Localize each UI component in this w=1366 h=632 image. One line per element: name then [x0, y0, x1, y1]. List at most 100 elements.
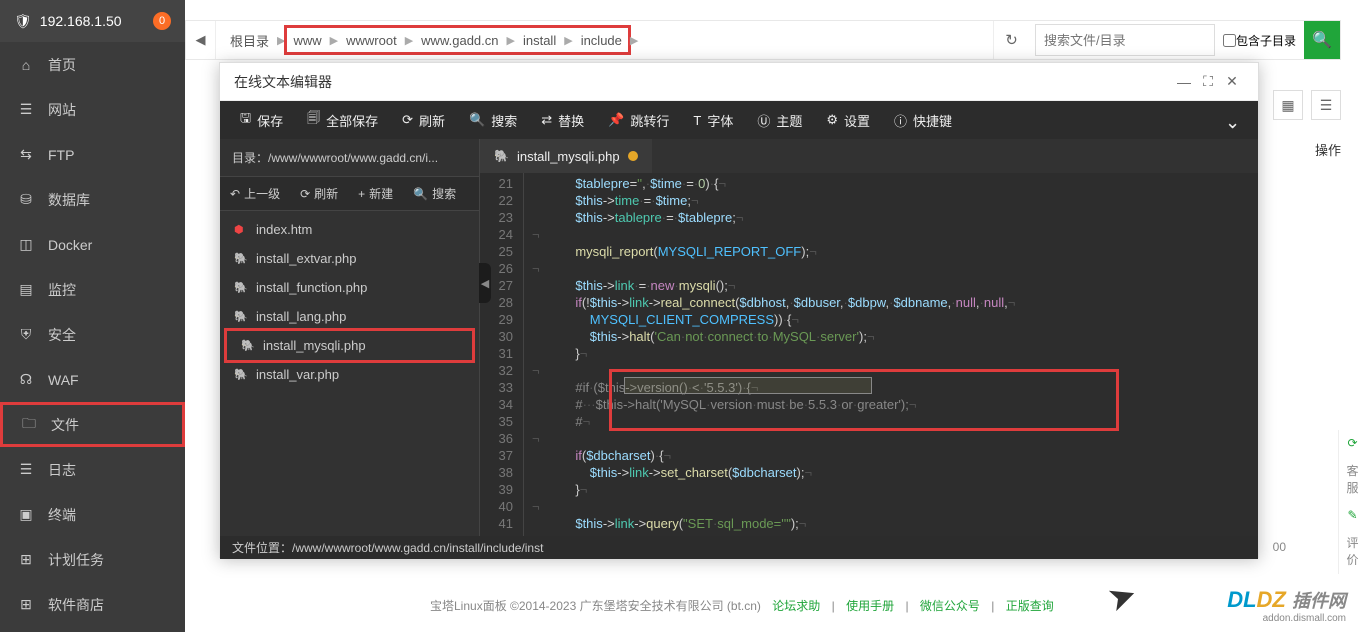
- sidebar-item[interactable]: ▣终端: [0, 492, 185, 537]
- sidebar-item-label: Docker: [48, 237, 92, 253]
- toolbar-button[interactable]: 🖫保存: [228, 101, 295, 139]
- file-panel: 目录：/www/wwwroot/www.gadd.cn/i... ↶上一级⟳刷新…: [220, 139, 480, 536]
- editor-body: 目录：/www/wwwroot/www.gadd.cn/i... ↶上一级⟳刷新…: [220, 139, 1258, 536]
- file-name: install_mysqli.php: [263, 338, 366, 353]
- code-content[interactable]: $tablepre='',·$time·=·0)·{¬ $this->time·…: [524, 173, 1258, 536]
- status-bar: 文件位置：/www/wwwroot/www.gadd.cn/install/in…: [220, 536, 1258, 559]
- modal-header: 在线文本编辑器 — ⛶ ✕: [220, 63, 1258, 101]
- code-editor[interactable]: 2122232425262728293031323334353637383940…: [480, 173, 1258, 536]
- side-widget[interactable]: ✎: [1338, 502, 1366, 528]
- sidebar-item-label: 首页: [48, 55, 76, 75]
- toolbar-button[interactable]: 🔍搜索: [457, 101, 529, 139]
- refresh-button[interactable]: ↻: [993, 21, 1029, 59]
- grid-view-icon[interactable]: ▦: [1273, 90, 1303, 120]
- chevron-right-icon: ▶: [328, 34, 340, 47]
- sidebar-item[interactable]: ◫Docker: [0, 222, 185, 267]
- code-panel: 🐘 install_mysqli.php 2122232425262728293…: [480, 139, 1258, 536]
- footer-link[interactable]: 使用手册: [846, 599, 894, 613]
- side-widget[interactable]: 评价: [1338, 528, 1366, 574]
- sidebar-item[interactable]: ⛁数据库: [0, 177, 185, 222]
- toolbar-button[interactable]: ⓘ快捷键: [882, 101, 964, 139]
- toolbar-button[interactable]: T字体: [681, 101, 745, 139]
- subdirectory-checkbox[interactable]: 包含子目录: [1215, 32, 1304, 49]
- sidebar-item-label: WAF: [48, 372, 79, 388]
- highlight-box: [609, 369, 1119, 431]
- toolbar-button[interactable]: ⇄替换: [529, 101, 596, 139]
- line-numbers: 2122232425262728293031323334353637383940…: [480, 173, 524, 536]
- file-item[interactable]: 🐘install_var.php: [220, 360, 479, 389]
- toolbar-button[interactable]: 🗐全部保存: [295, 101, 390, 139]
- file-item[interactable]: 🐘 install_mysqli.php: [224, 328, 475, 363]
- toolbar-button[interactable]: ⚙设置: [814, 101, 882, 139]
- notification-badge[interactable]: 0: [153, 12, 171, 30]
- file-tool-button[interactable]: 🔍搜索: [403, 177, 466, 210]
- file-tool-button[interactable]: +新建: [348, 177, 403, 210]
- footer-link[interactable]: 正版查询: [1006, 599, 1054, 613]
- toolbar-icon: 🔍: [469, 112, 485, 128]
- sidebar-item[interactable]: ☰日志: [0, 447, 185, 492]
- sidebar-item[interactable]: ▤监控: [0, 267, 185, 312]
- html-icon: ⬢: [234, 223, 248, 236]
- page-count: 00: [1273, 540, 1286, 554]
- file-item[interactable]: 🐘install_extvar.php: [220, 244, 479, 273]
- maximize-icon[interactable]: ⛶: [1196, 70, 1220, 94]
- collapse-handle[interactable]: ◀: [479, 263, 491, 303]
- sidebar-item[interactable]: ☰网站: [0, 87, 185, 132]
- sidebar-item[interactable]: ⌂ 首页: [0, 42, 185, 87]
- close-icon[interactable]: ✕: [1220, 70, 1244, 94]
- php-icon: 🐘: [241, 339, 255, 352]
- nav-icon: 🗀: [21, 413, 37, 437]
- file-item[interactable]: ⬢index.htm: [220, 215, 479, 244]
- toolbar-icon: ⓘ: [894, 111, 907, 130]
- server-ip: 192.168.1.50: [40, 13, 153, 29]
- footer-link[interactable]: 微信公众号: [920, 599, 980, 613]
- sidebar-item-label: 终端: [48, 505, 76, 525]
- modified-indicator-icon: [628, 151, 638, 161]
- sidebar-item[interactable]: ⊞软件商店: [0, 582, 185, 627]
- breadcrumb-item[interactable]: include: [575, 28, 628, 52]
- toolbar-icon: 📌: [608, 112, 624, 128]
- sidebar-item[interactable]: ☊ WAF: [0, 357, 185, 402]
- minimize-icon[interactable]: —: [1172, 70, 1196, 94]
- sidebar-item[interactable]: ⛨安全: [0, 312, 185, 357]
- search-button[interactable]: 🔍: [1304, 21, 1340, 59]
- breadcrumb-item[interactable]: wwwroot: [340, 28, 403, 52]
- side-widget[interactable]: ⟳: [1338, 430, 1366, 456]
- footer-link[interactable]: 论坛求助: [772, 599, 820, 613]
- file-tool-button[interactable]: ⟳刷新: [290, 177, 348, 210]
- text-editor-modal: 在线文本编辑器 — ⛶ ✕ 🖫保存🗐全部保存⟳刷新🔍搜索⇄替换📌跳转行T字体Ⓤ主…: [219, 62, 1259, 558]
- path-bar: ◀ 根目录 ▶ www▶wwwroot▶www.gadd.cn▶install▶…: [185, 20, 1341, 60]
- breadcrumb-item[interactable]: www.gadd.cn: [415, 28, 504, 52]
- file-tab[interactable]: 🐘 install_mysqli.php: [480, 139, 652, 173]
- caret-icon[interactable]: ⌃: [1215, 110, 1250, 131]
- tab-label: install_mysqli.php: [517, 149, 620, 164]
- php-icon: 🐘: [494, 149, 509, 163]
- paper-plane-icon: ➤: [1102, 573, 1142, 620]
- sidebar-item-label: 数据库: [48, 190, 90, 210]
- nav-icon: ☊: [18, 371, 34, 388]
- toolbar-button[interactable]: Ⓤ主题: [745, 101, 814, 139]
- side-widget[interactable]: 客服: [1338, 456, 1366, 502]
- nav-icon: ⌂: [18, 57, 34, 73]
- search-input[interactable]: [1035, 24, 1215, 56]
- sidebar-item[interactable]: ⊞计划任务: [0, 537, 185, 582]
- nav-icon: ⊞: [18, 596, 34, 613]
- file-item[interactable]: 🐘install_function.php: [220, 273, 479, 302]
- list-view-icon[interactable]: ☰: [1311, 90, 1341, 120]
- file-item[interactable]: 🐘install_lang.php: [220, 302, 479, 331]
- sidebar-item-label: 网站: [48, 100, 76, 120]
- file-name: install_extvar.php: [256, 251, 356, 266]
- directory-path: 目录：/www/wwwroot/www.gadd.cn/i...: [220, 139, 479, 177]
- sidebar-item[interactable]: ⇆FTP: [0, 132, 185, 177]
- back-button[interactable]: ◀: [186, 21, 216, 59]
- sidebar-item[interactable]: 🗀 文件: [0, 402, 185, 447]
- toolbar-button[interactable]: 📌跳转行: [596, 101, 681, 139]
- toolbar-button[interactable]: ⟳刷新: [390, 101, 457, 139]
- toolbar-icon: ⇄: [541, 112, 552, 128]
- php-icon: 🐘: [234, 310, 248, 323]
- file-tool-button[interactable]: ↶上一级: [220, 177, 290, 210]
- breadcrumb-item[interactable]: www: [287, 28, 327, 52]
- sidebar-item-label: 文件: [51, 415, 79, 435]
- breadcrumb-item[interactable]: install: [517, 28, 562, 52]
- breadcrumb-root[interactable]: 根目录: [224, 28, 275, 52]
